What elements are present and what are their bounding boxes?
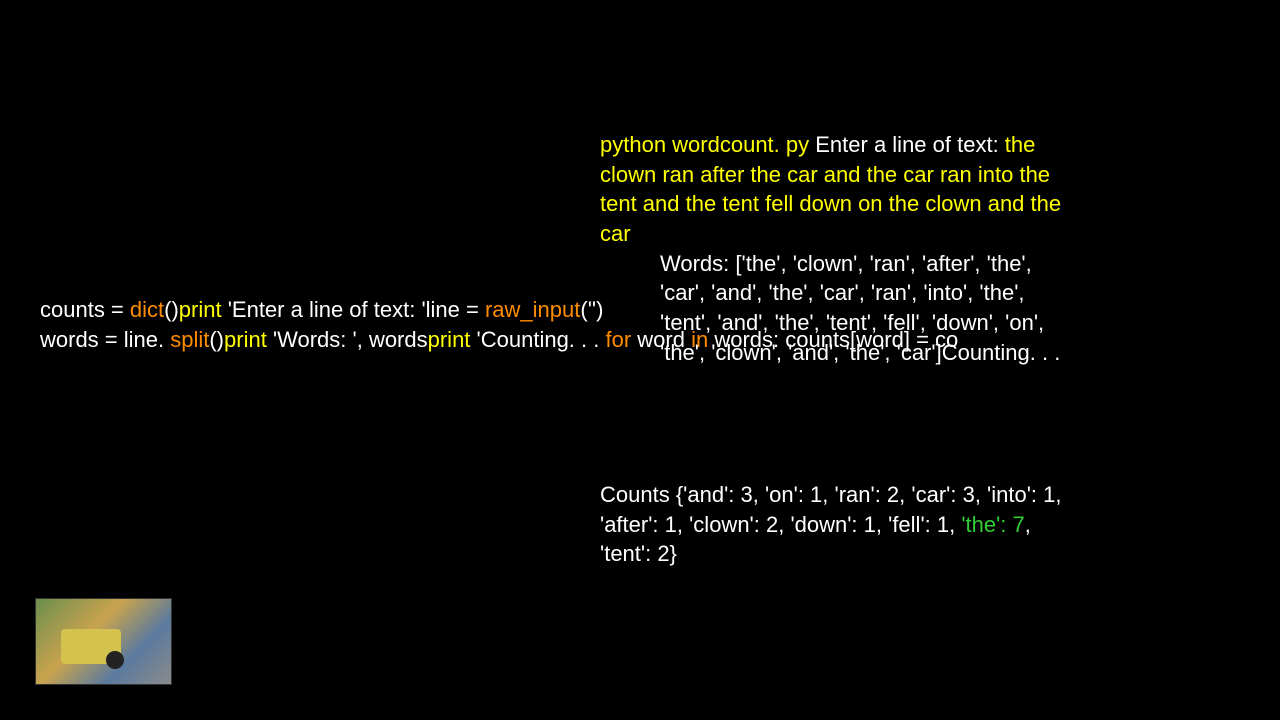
code-line-1: counts = dict()print 'Enter a line of te…	[40, 295, 1280, 325]
code-keyword-dict: dict	[130, 297, 164, 322]
code-token: words: counts[word] = co	[708, 327, 958, 352]
code-token: counts =	[40, 297, 130, 322]
thumbnail-image	[35, 598, 172, 685]
code-line-2: words = line. split()print 'Words: ', wo…	[40, 325, 1280, 355]
code-keyword-print: print	[179, 297, 222, 322]
code-block: counts = dict()print 'Enter a line of te…	[40, 295, 1280, 354]
code-token: 'Counting. . .	[470, 327, 605, 352]
code-token: 'Words: ', words	[267, 327, 428, 352]
code-keyword-print: print	[428, 327, 471, 352]
code-keyword-split: split	[170, 327, 209, 352]
counts-output: Counts {'and': 3, 'on': 1, 'ran': 2, 'ca…	[600, 480, 1080, 569]
code-keyword-for: for	[605, 327, 631, 352]
code-token: ('')	[580, 297, 603, 322]
counts-highlight: 'the': 7	[961, 512, 1024, 537]
prompt-text: Enter a line of text:	[815, 132, 1005, 157]
code-token: words = line.	[40, 327, 170, 352]
code-keyword-print: print	[224, 327, 267, 352]
code-token: word	[631, 327, 691, 352]
code-token: 'Enter a line of text: '	[222, 297, 426, 322]
code-token: ()	[209, 327, 224, 352]
code-keyword-rawinput: raw_input	[485, 297, 580, 322]
code-token: ()	[164, 297, 179, 322]
command-text: python wordcount. py	[600, 132, 815, 157]
code-keyword-in: in	[691, 327, 708, 352]
code-token: line =	[426, 297, 485, 322]
words-label: Words:	[660, 251, 735, 276]
